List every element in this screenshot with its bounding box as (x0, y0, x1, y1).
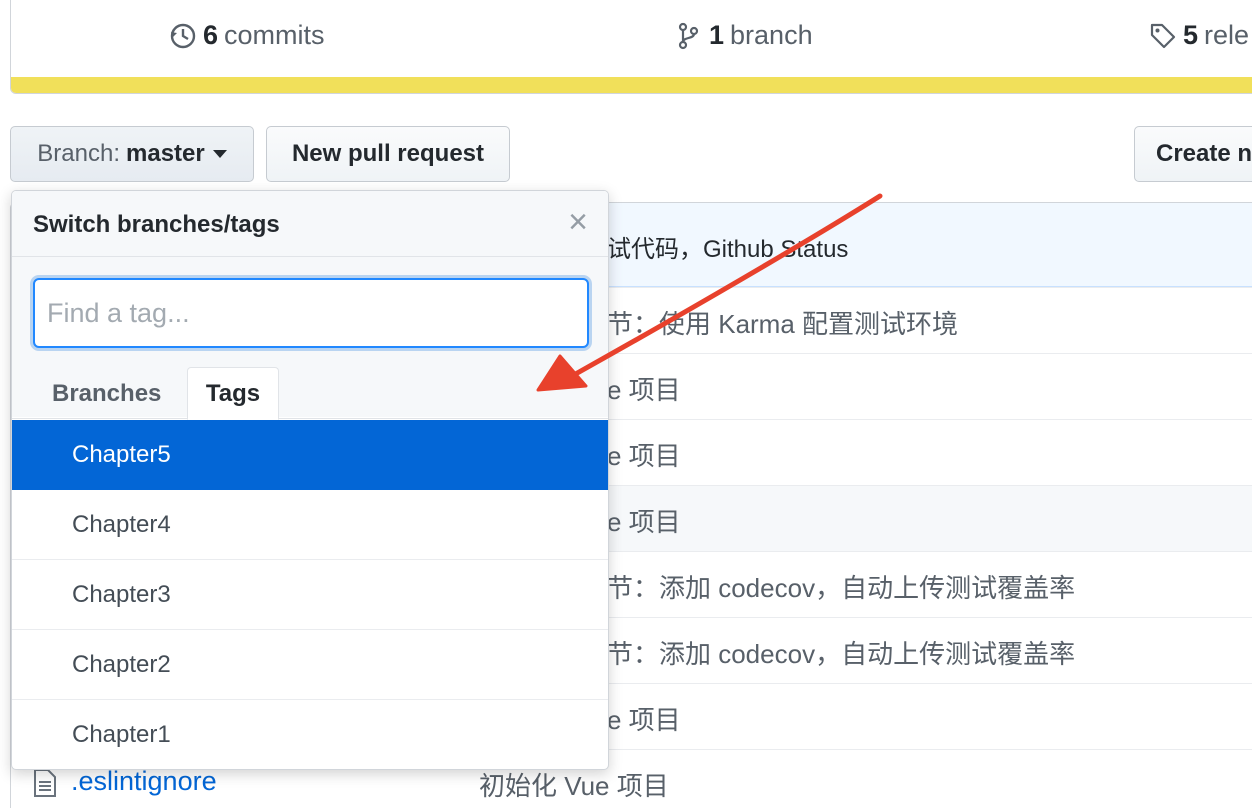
language-bar[interactable] (11, 77, 1252, 93)
create-new-file-button[interactable]: Create n (1134, 126, 1252, 182)
releases-link[interactable]: 5 rele (1149, 20, 1249, 51)
find-tag-input[interactable] (33, 278, 589, 348)
releases-label: rele (1204, 20, 1250, 50)
dropdown-filter-area: Branches Tags (12, 257, 608, 420)
branch-prefix-label: Branch: (37, 140, 120, 167)
branch-select-button[interactable]: Branch: master (10, 126, 254, 182)
caret-down-icon (212, 150, 227, 158)
tag-item-chapter2[interactable]: Chapter2 (12, 630, 608, 700)
new-pull-request-button[interactable]: New pull request (266, 126, 510, 182)
commit-message[interactable]: e 项目 (607, 700, 681, 737)
dropdown-title: Switch branches/tags (33, 211, 280, 238)
commit-message[interactable]: 节：使用 Karma 配置测试环境 (607, 304, 958, 341)
commits-label: commits (224, 20, 325, 50)
commits-link[interactable]: 6 commits (169, 20, 325, 51)
latest-commit-message[interactable]: 试代码，Github Status (607, 229, 848, 264)
git-branch-icon (678, 22, 699, 49)
dropdown-header: Switch branches/tags × (12, 191, 608, 257)
file-icon (34, 769, 56, 797)
branches-link[interactable]: 1 branch (675, 20, 813, 51)
tag-list: Chapter5 Chapter4 Chapter3 Chapter2 Chap… (12, 420, 608, 769)
dropdown-tabs: Branches Tags (12, 367, 608, 420)
current-branch-name: master (126, 140, 205, 167)
branch-count: 1 (709, 20, 725, 50)
branch-label: branch (730, 20, 813, 50)
tag-icon (1150, 23, 1176, 48)
commit-message[interactable]: e 项目 (607, 370, 681, 407)
releases-count: 5 (1183, 20, 1199, 50)
commit-message[interactable]: e 项目 (607, 502, 681, 539)
tag-item-chapter1[interactable]: Chapter1 (12, 700, 608, 769)
tag-item-chapter3[interactable]: Chapter3 (12, 560, 608, 630)
commit-message[interactable]: 初始化 Vue 项目 (479, 766, 669, 803)
tag-item-chapter5[interactable]: Chapter5 (12, 420, 608, 490)
file-name-link[interactable]: .eslintignore (71, 766, 217, 797)
commit-message[interactable]: 节：添加 codecov，自动上传测试覆盖率 (607, 634, 1075, 671)
history-icon (170, 23, 196, 48)
close-icon[interactable]: × (568, 205, 588, 239)
tab-tags[interactable]: Tags (187, 367, 279, 420)
switch-branches-tags-dropdown: Switch branches/tags × Branches Tags Cha… (11, 190, 609, 770)
commits-count: 6 (203, 20, 219, 50)
commit-message[interactable]: e 项目 (607, 436, 681, 473)
tag-item-chapter4[interactable]: Chapter4 (12, 490, 608, 560)
tab-branches[interactable]: Branches (36, 367, 206, 420)
repo-stats-bar: 6 commits 1 branch 5 rele (10, 0, 1252, 94)
commit-message[interactable]: 节：添加 codecov，自动上传测试覆盖率 (607, 568, 1075, 605)
